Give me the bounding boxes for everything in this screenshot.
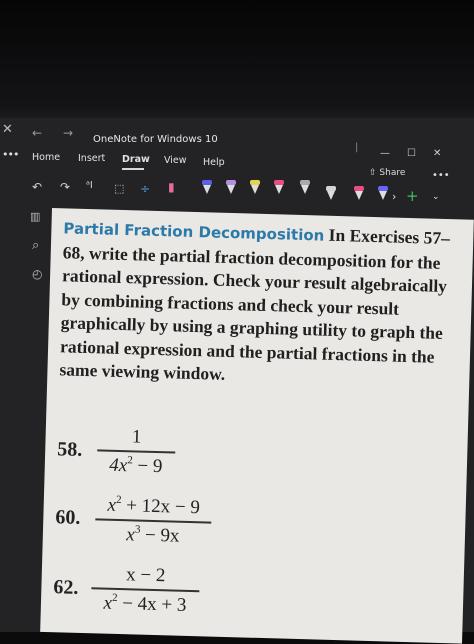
pen-2-icon[interactable] [224,180,238,194]
app-title: OneNote for Windows 10 [93,134,218,145]
share-label: Share [379,168,406,178]
fraction: 1 4x2 − 9 [97,425,176,478]
tab-help[interactable]: Help [203,157,225,168]
pen-1-icon[interactable] [200,180,214,194]
section-title: Partial Fraction Decomposition [63,219,325,245]
screen-bezel [0,0,474,118]
onenote-window: ← → OneNote for Windows 10 | — ☐ ✕ ••• H… [0,118,474,644]
pen-5-icon[interactable] [298,180,312,194]
fraction: x − 2 x2 − 4x + 3 [91,563,200,616]
pen-7-icon[interactable] [352,186,366,200]
tab-draw[interactable]: Draw [122,154,150,165]
note-page[interactable]: Partial Fraction Decomposition In Exerci… [40,208,474,644]
numerator: x − 2 [125,564,166,587]
pen-6-icon[interactable] [324,186,338,200]
pen-8-icon[interactable] [376,186,390,200]
ink-to-text-icon[interactable]: ᵃI [86,180,93,191]
back-arrow-icon[interactable]: ← [32,126,42,140]
denominator: x2 − 4x + 3 [103,591,187,616]
intro-lead: In Exercises [328,224,420,248]
numerator: x2 + 12x − 9 [107,493,201,519]
intro-body: 57–68, write the partial fraction decomp… [59,227,451,384]
notebooks-icon[interactable]: ▥ [30,210,40,223]
search-icon[interactable]: ⌕ [32,238,39,253]
close-x-icon[interactable]: ✕ [2,122,13,137]
exercise-instructions: Partial Fraction Decomposition In Exerci… [59,216,461,393]
add-pen-icon[interactable]: + [406,187,419,205]
problem-number: 58. [56,438,83,461]
denominator: x3 − 9x [126,522,180,547]
eraser-icon[interactable]: ▮ [168,180,175,194]
chevron-down-icon[interactable]: ⌄ [432,192,440,202]
title-bar: ← → OneNote for Windows 10 | — ☐ ✕ [0,118,474,159]
problem-number: 62. [53,576,79,599]
pen-4-icon[interactable] [272,180,286,194]
scroll-pens-icon[interactable]: › [392,190,396,203]
pen-3-icon[interactable] [248,180,262,194]
forward-arrow-icon[interactable]: → [63,126,73,140]
ink-to-math-icon[interactable]: ÷ [140,182,150,196]
recent-notes-icon[interactable]: ◴ [32,267,42,281]
tab-insert[interactable]: Insert [78,153,105,164]
redo-icon[interactable]: ↷ [60,180,70,194]
undo-icon[interactable]: ↶ [32,180,42,194]
numerator: 1 [131,426,142,448]
toolbar-more-icon[interactable]: ••• [432,170,450,181]
tab-home[interactable]: Home [32,152,60,163]
denominator: 4x2 − 9 [108,453,163,477]
lasso-select-icon[interactable]: ⬚ [114,182,124,195]
fraction: x2 + 12x − 9 x3 − 9x [95,493,212,548]
problem-number: 60. [55,506,81,529]
tab-view[interactable]: View [164,155,187,166]
share-button[interactable]: ⇧ Share [369,168,405,178]
